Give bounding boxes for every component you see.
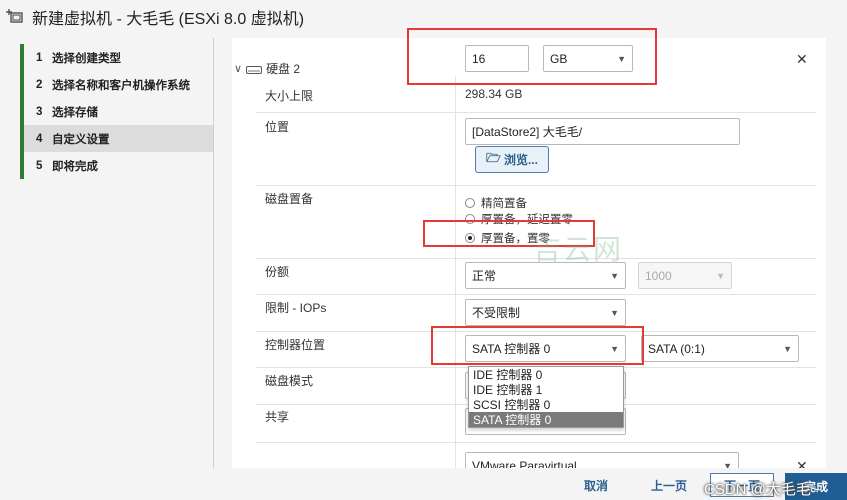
row-divider	[256, 294, 816, 295]
back-button[interactable]: 上一页	[651, 477, 687, 494]
controller-option-scsi0[interactable]: SCSI 控制器 0	[469, 397, 623, 412]
provision-thin-label: 精简置备	[481, 198, 527, 210]
radio-thin[interactable]	[465, 198, 475, 208]
max-size-label: 大小上限	[265, 89, 314, 103]
annotation-box-controller	[431, 326, 644, 365]
nav-divider	[213, 38, 214, 468]
step-select-storage[interactable]: 3 选择存储	[20, 98, 214, 125]
iops-limit-select[interactable]: 不受限制 ▼	[465, 299, 626, 326]
location-label: 位置	[265, 120, 290, 134]
step-number: 4	[36, 132, 43, 145]
step-select-creation-type[interactable]: 1 选择创建类型	[20, 44, 214, 71]
disk-provisioning-label: 磁盘置备	[265, 192, 314, 206]
shares-number-value: 1000	[645, 268, 672, 283]
browse-button[interactable]: 🗁 浏览...	[475, 146, 549, 173]
hard-disk-icon	[246, 64, 263, 74]
shares-value: 正常	[472, 269, 497, 283]
row-divider	[256, 112, 816, 113]
chevron-down-icon: ▼	[716, 270, 725, 281]
iops-limit-label: 限制 - IOPs	[265, 301, 327, 315]
shares-number-select: 1000 ▼	[638, 262, 732, 289]
cancel-button[interactable]: 取消	[584, 477, 608, 494]
step-label: 即将完成	[52, 160, 98, 173]
hard-disk-header[interactable]: ∨ 硬盘 2	[232, 60, 300, 77]
annotation-box-provisioning	[423, 220, 595, 247]
disk-mode-label: 磁盘模式	[265, 374, 314, 388]
chevron-down-icon: ▼	[783, 343, 792, 354]
scsi-controller-type-select[interactable]: VMware Paravirtual ▼	[465, 452, 739, 468]
location-input[interactable]: [DataStore2] 大毛毛/	[465, 118, 740, 145]
controller-dropdown-list: IDE 控制器 0 IDE 控制器 1 SCSI 控制器 0 SATA 控制器 …	[468, 366, 624, 428]
shares-select[interactable]: 正常 ▼	[465, 262, 626, 289]
step-customize-settings[interactable]: 4 自定义设置	[20, 125, 214, 152]
column-divider	[455, 76, 456, 468]
hard-disk-title: 硬盘 2	[266, 62, 301, 76]
controller-option-ide1[interactable]: IDE 控制器 1	[469, 382, 623, 397]
finish-button[interactable]: 完成	[785, 473, 847, 500]
step-number: 1	[36, 51, 43, 64]
window-title: 新建虚拟机 - 大毛毛 (ESXi 8.0 虚拟机)	[32, 11, 305, 28]
chevron-down-icon[interactable]: ∨	[234, 62, 242, 75]
step-number: 2	[36, 78, 43, 91]
next-button[interactable]: 下一页	[710, 473, 774, 497]
provision-thin-option[interactable]: 精简置备	[465, 195, 527, 211]
step-ready-to-complete[interactable]: 5 即将完成	[20, 152, 214, 179]
step-select-name-os[interactable]: 2 选择名称和客户机操作系统	[20, 71, 214, 98]
controller-slot-select[interactable]: SATA (0:1) ▼	[641, 335, 799, 362]
step-number: 3	[36, 105, 43, 118]
step-label: 选择存储	[52, 106, 98, 119]
step-label: 自定义设置	[52, 133, 110, 146]
controller-option-ide0[interactable]: IDE 控制器 0	[469, 367, 623, 382]
step-number: 5	[36, 159, 43, 172]
chevron-down-icon: ▼	[723, 460, 732, 469]
controller-location-label: 控制器位置	[265, 338, 326, 352]
sharing-label: 共享	[265, 410, 290, 424]
step-label: 选择创建类型	[52, 52, 121, 65]
step-label: 选择名称和客户机操作系统	[52, 79, 190, 92]
max-size-value: 298.34 GB	[465, 87, 523, 101]
scsi-controller-type-value: VMware Paravirtual	[472, 458, 577, 469]
folder-icon: 🗁	[486, 151, 501, 165]
remove-disk-close-icon[interactable]: ✕	[796, 51, 808, 68]
row-divider	[256, 442, 816, 443]
remove-controller-close-icon[interactable]: ✕	[796, 458, 808, 468]
wizard-steps: 1 选择创建类型 2 选择名称和客户机操作系统 3 选择存储 4 自定义设置 5 即将完成	[20, 44, 214, 184]
chevron-down-icon: ▼	[610, 270, 619, 281]
row-divider	[256, 185, 816, 186]
controller-slot-value: SATA (0:1)	[648, 341, 705, 356]
annotation-box-disk-size	[407, 28, 657, 85]
row-divider	[256, 258, 816, 259]
shares-label: 份额	[265, 265, 290, 279]
iops-limit-value: 不受限制	[472, 306, 521, 320]
new-vm-icon	[6, 8, 24, 26]
chevron-down-icon: ▼	[610, 307, 619, 318]
browse-label: 浏览...	[503, 153, 538, 167]
controller-option-sata0[interactable]: SATA 控制器 0	[469, 412, 623, 427]
